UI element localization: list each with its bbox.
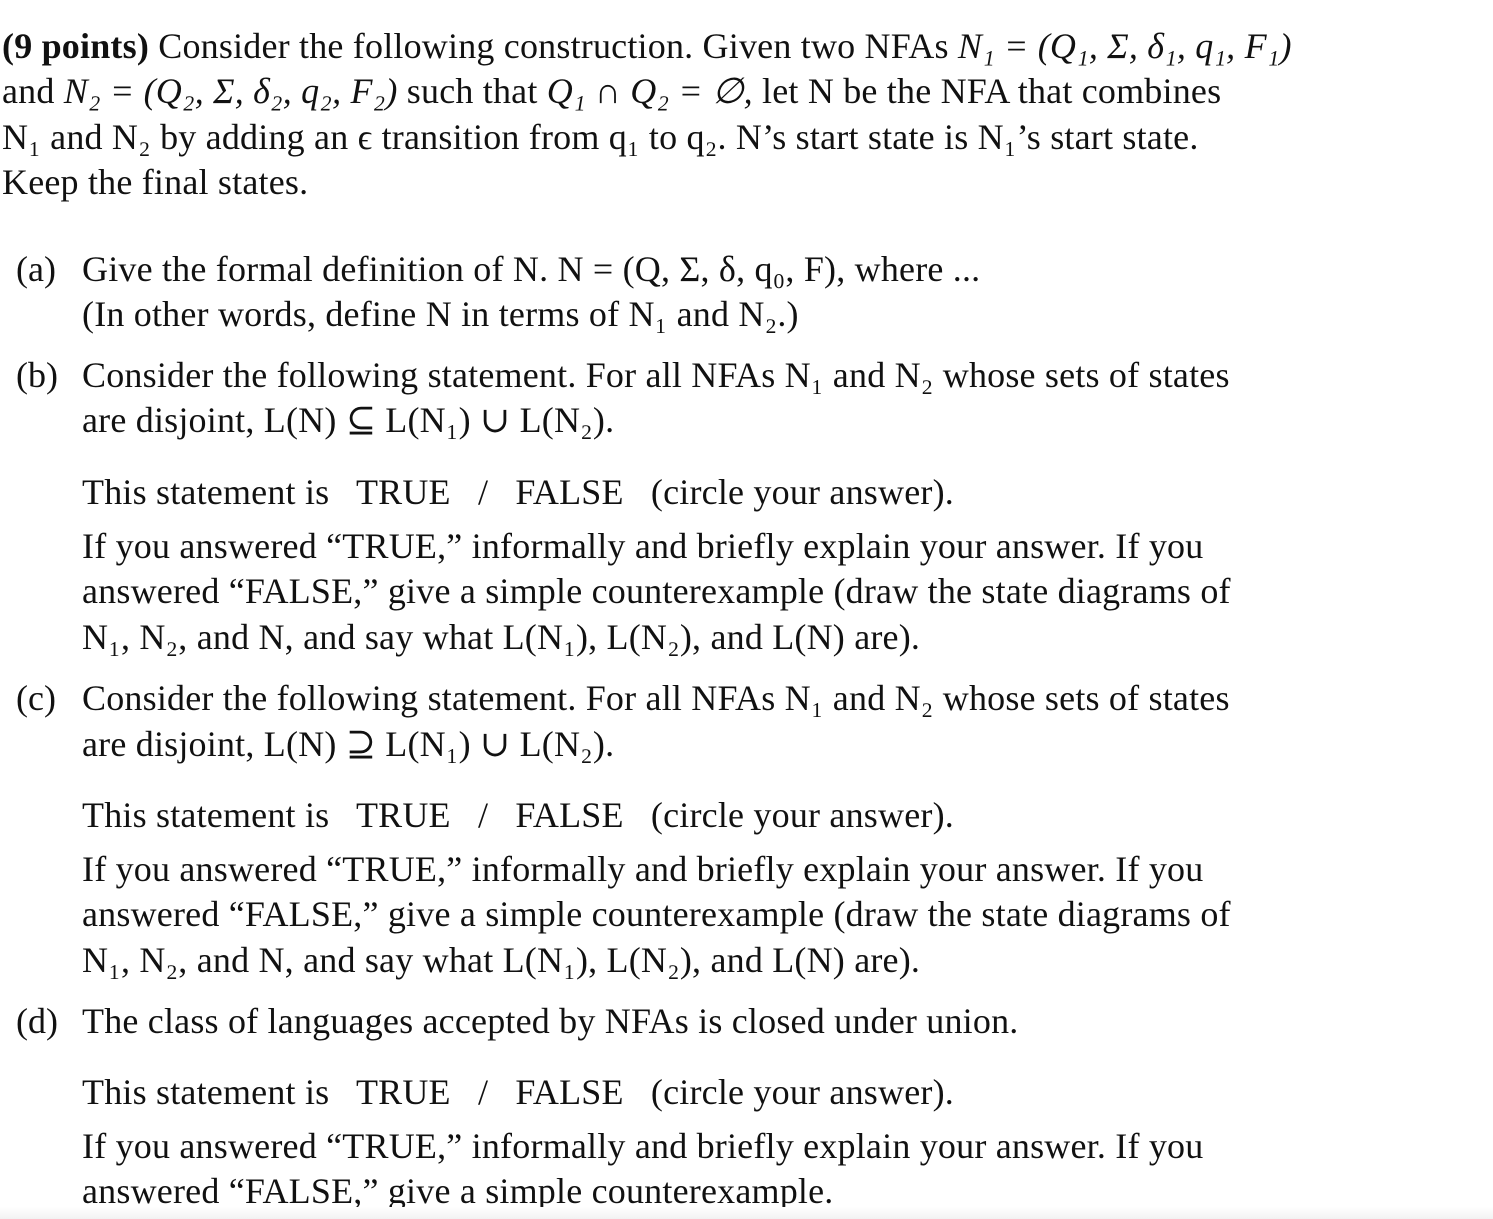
part-c-instruction-1: If you answered “TRUE,” informally and b… bbox=[82, 849, 1204, 889]
intro-line-1: (9 points) Consider the following constr… bbox=[2, 28, 1292, 64]
part-b-instruction-3: N₁, N₂, and N, and say what L(N₁), L(N₂)… bbox=[82, 617, 921, 657]
part-c-instruction-2: answered “FALSE,” give a simple countere… bbox=[82, 894, 1231, 934]
part-b-line-2: are disjoint, L(N) ⊆ L(N₁) ∪ L(N₂). bbox=[82, 400, 615, 440]
intro-line-3: N₁ and N₂ by adding an ϵ transition from… bbox=[2, 117, 1199, 157]
intro-line-1-text: Consider the following construction. Giv… bbox=[158, 26, 949, 66]
part-b-answer-prompt: This statement is TRUE / FALSE (circle y… bbox=[82, 474, 954, 510]
part-a-line-1: Give the formal definition of N. N = (Q,… bbox=[82, 249, 981, 289]
part-c-label: (c) bbox=[16, 678, 56, 718]
part-d-line-1: The class of languages accepted by NFAs … bbox=[82, 1001, 1019, 1041]
part-c-line-1: Consider the following statement. For al… bbox=[82, 678, 1230, 718]
intro-line-2: and N₂ = (Q₂, Σ, δ₂, q₂, F₂) such that Q… bbox=[2, 73, 1221, 109]
page-bottom-edge bbox=[0, 1207, 1493, 1219]
answer-separator: / bbox=[477, 1072, 489, 1112]
part-b-instruction-2: answered “FALSE,” give a simple countere… bbox=[82, 571, 1231, 611]
intro-line-2-mid: such that bbox=[406, 71, 538, 111]
intro-line-2-post: let N be the NFA that combines bbox=[762, 71, 1222, 111]
intro-line-2-pre: and bbox=[2, 71, 55, 111]
answer-separator: / bbox=[477, 795, 489, 835]
option-true[interactable]: TRUE bbox=[356, 795, 451, 835]
problem-page: (9 points) Consider the following constr… bbox=[0, 0, 1493, 1219]
part-c-line-2: are disjoint, L(N) ⊇ L(N₁) ∪ L(N₂). bbox=[82, 724, 615, 764]
option-true[interactable]: TRUE bbox=[356, 472, 451, 512]
answer-suffix: (circle your answer). bbox=[650, 795, 954, 835]
option-false[interactable]: FALSE bbox=[515, 1072, 623, 1112]
part-b-line-1: Consider the following statement. For al… bbox=[82, 355, 1230, 395]
answer-suffix: (circle your answer). bbox=[650, 1072, 954, 1112]
part-a-line-2: (In other words, define N in terms of N₁… bbox=[82, 294, 799, 334]
part-c-instruction-3: N₁, N₂, and N, and say what L(N₁), L(N₂)… bbox=[82, 940, 921, 980]
points-label: (9 points) bbox=[2, 26, 150, 66]
intro-n1-definition: N₁ = (Q₁, Σ, δ₁, q₁, F₁) bbox=[957, 26, 1292, 66]
part-d-answer-prompt: This statement is TRUE / FALSE (circle y… bbox=[82, 1074, 954, 1110]
answer-separator: / bbox=[477, 472, 489, 512]
answer-suffix: (circle your answer). bbox=[650, 472, 954, 512]
part-b-instruction-1: If you answered “TRUE,” informally and b… bbox=[82, 526, 1204, 566]
intro-disjoint-condition: Q₁ ∩ Q₂ = ∅, bbox=[546, 71, 753, 111]
answer-prefix: This statement is bbox=[82, 472, 330, 512]
part-c-answer-prompt: This statement is TRUE / FALSE (circle y… bbox=[82, 797, 954, 833]
option-true[interactable]: TRUE bbox=[356, 1072, 451, 1112]
answer-prefix: This statement is bbox=[82, 795, 330, 835]
intro-line-4: Keep the final states. bbox=[2, 162, 309, 202]
part-a-label: (a) bbox=[16, 249, 56, 289]
part-b-label: (b) bbox=[16, 355, 58, 395]
answer-prefix: This statement is bbox=[82, 1072, 330, 1112]
option-false[interactable]: FALSE bbox=[515, 472, 623, 512]
option-false[interactable]: FALSE bbox=[515, 795, 623, 835]
part-d-instruction-1: If you answered “TRUE,” informally and b… bbox=[82, 1126, 1204, 1166]
part-d-instruction-2: answered “FALSE,” give a simple countere… bbox=[82, 1171, 834, 1211]
part-d-label: (d) bbox=[16, 1001, 58, 1041]
intro-n2-definition: N₂ = (Q₂, Σ, δ₂, q₂, F₂) bbox=[63, 71, 398, 111]
